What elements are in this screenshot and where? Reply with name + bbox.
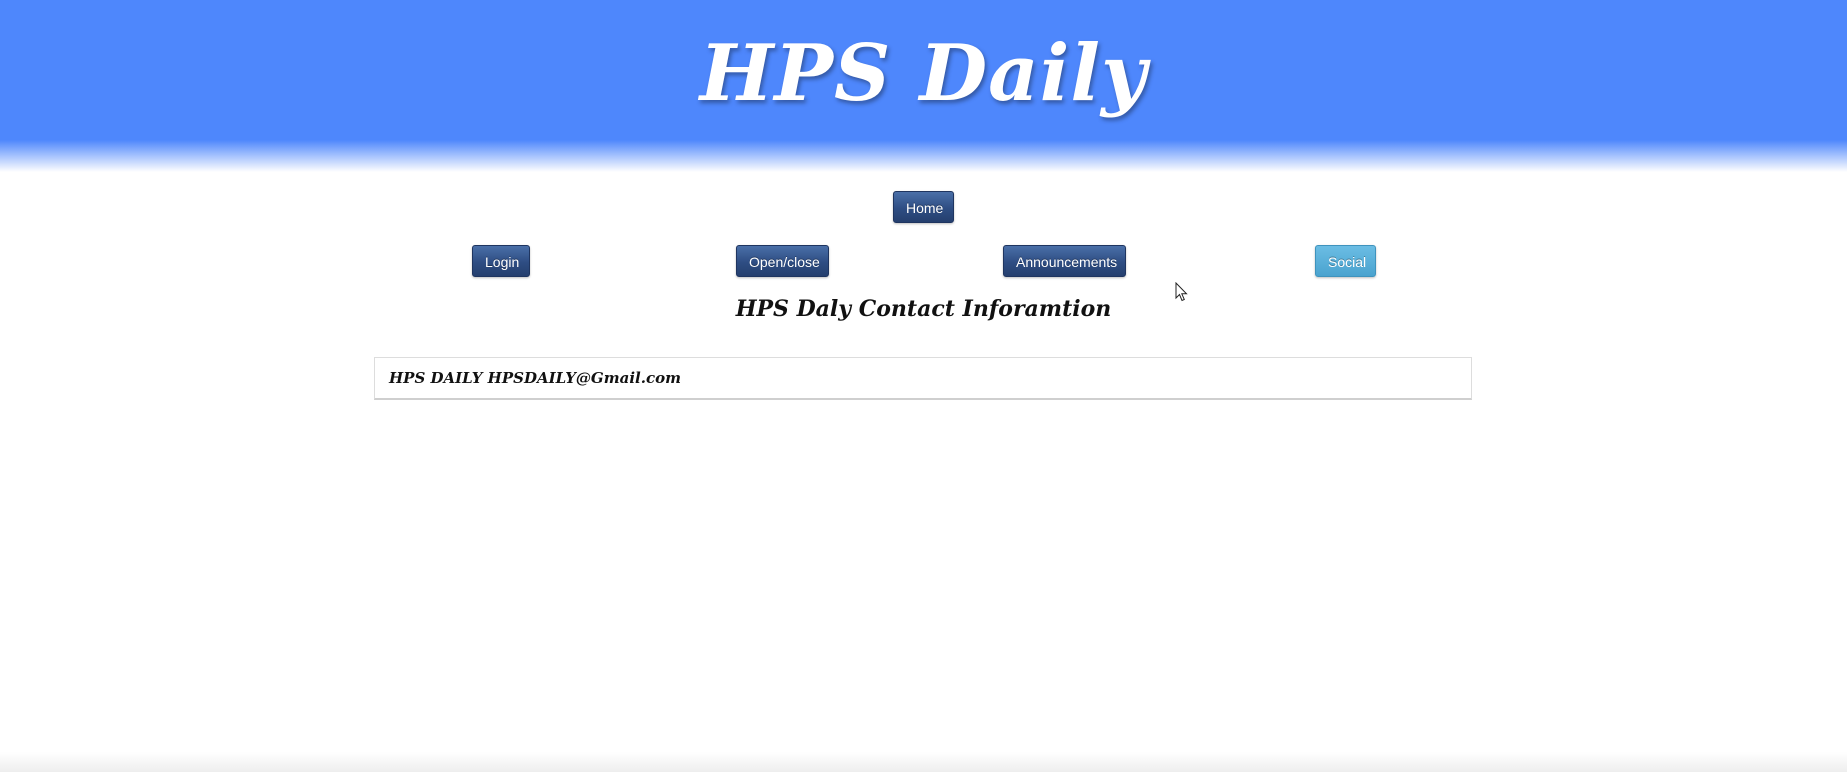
mouse-pointer-icon [1175,282,1188,302]
contact-info-box: HPS DAILY HPSDAILY@Gmail.com [374,357,1472,400]
nav-social-button[interactable]: Social [1315,245,1376,277]
contact-section-title: HPS Daly Contact Inforamtion [735,296,1112,322]
nav-announcements-button[interactable]: Announcements [1003,245,1126,277]
nav-login-button[interactable]: Login [472,245,530,277]
nav-open-close-button[interactable]: Open/close [736,245,829,277]
contact-info-text: HPS DAILY HPSDAILY@Gmail.com [389,369,681,387]
site-title: HPS Daily [699,28,1148,119]
footer-strip [0,752,1847,772]
site-header: HPS Daily [0,0,1847,172]
nav-home-button[interactable]: Home [893,191,954,223]
